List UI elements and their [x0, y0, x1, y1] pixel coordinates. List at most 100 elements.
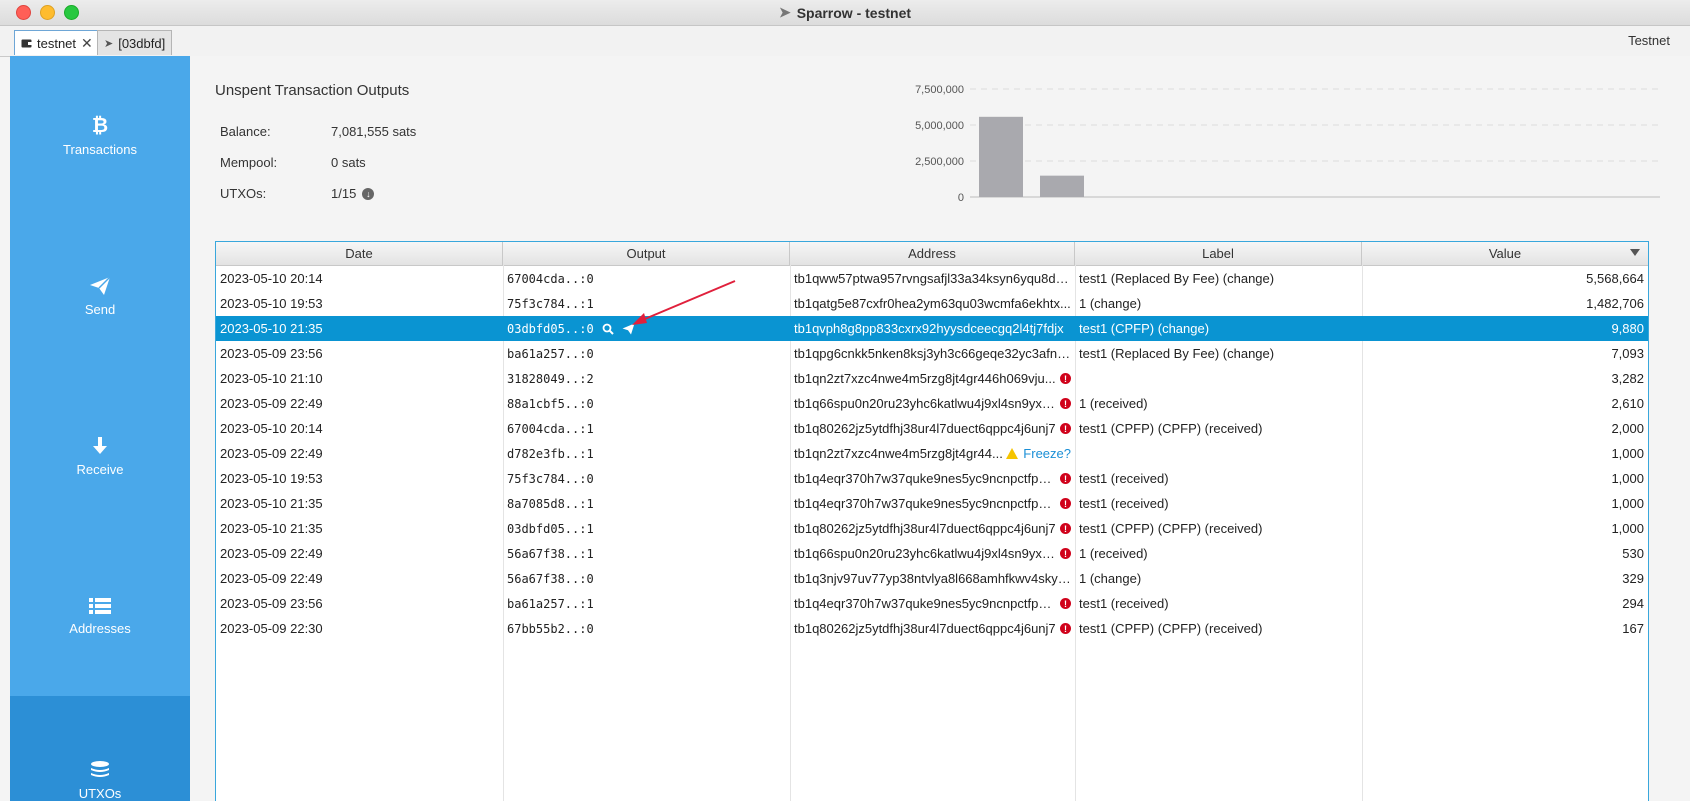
table-row[interactable]: 2023-05-09 22:49 56a67f38..:1 tb1q66spu0n2…	[216, 541, 1648, 566]
list-icon	[89, 597, 111, 615]
cell-address: tb1qpg6cnkk5nken8ksj3yh3c66geqe32yc3afnh…	[790, 346, 1075, 361]
column-value[interactable]: Value	[1362, 242, 1648, 265]
tab-testnet[interactable]: testnet ✕	[14, 30, 100, 55]
cell-label[interactable]: test1 (received)	[1075, 496, 1362, 511]
freeze-link[interactable]: Freeze?	[1023, 446, 1071, 461]
cell-address: tb1qww57ptwa957rvngsafjl33a34ksyn6yqu8dc…	[790, 271, 1075, 286]
sparrow-icon: ➤	[778, 4, 791, 20]
table-row[interactable]: 2023-05-10 21:35 03dbfd05..:0 tb1qvph8g8pp…	[216, 316, 1648, 341]
close-window-button[interactable]	[16, 5, 31, 20]
tab-03dbfd[interactable]: ➤ [03dbfd]	[97, 30, 173, 55]
cell-label[interactable]: test1 (CPFP) (change)	[1075, 321, 1362, 336]
sidebar-item-transactions[interactable]: ₿ Transactions	[10, 56, 190, 216]
table-row[interactable]: 2023-05-09 22:49 d782e3fb..:1 tb1qn2zt7xzc…	[216, 441, 1648, 466]
warning-triangle-icon	[1006, 448, 1019, 459]
warning-icon[interactable]: !	[1060, 598, 1071, 609]
cell-output: 56a67f38..:0	[503, 572, 790, 586]
table-row[interactable]: 2023-05-09 22:49 56a67f38..:0 tb1q3njv97uv…	[216, 566, 1648, 591]
sidebar-item-receive[interactable]: Receive	[10, 376, 190, 536]
address-text: tb1qn2zt7xzc4nwe4m5rzg8jt4gr446h069vju..…	[794, 371, 1056, 386]
warning-icon[interactable]: !	[1060, 373, 1071, 384]
column-address[interactable]: Address	[790, 242, 1075, 265]
address-text: tb1qatg5e87cxfr0hea2ym63qu03wcmfa6ekhtx.…	[794, 296, 1071, 311]
table-row[interactable]: 2023-05-10 19:53 75f3c784..:1 tb1qatg5e87c…	[216, 291, 1648, 316]
utxo-table: Date Output Address Label Value 2023-05-…	[215, 241, 1649, 801]
cell-output: 03dbfd05..:0	[503, 322, 790, 336]
cell-output: 56a67f38..:1	[503, 547, 790, 561]
warning-icon[interactable]: !	[1060, 423, 1071, 434]
cell-value: 1,482,706	[1586, 296, 1644, 311]
table-row[interactable]: 2023-05-09 22:30 67bb55b2..:0 tb1q80262jz5…	[216, 616, 1648, 641]
cell-label[interactable]: 1 (received)	[1075, 396, 1362, 411]
address-text: tb1qpg6cnkk5nken8ksj3yh3c66geqe32yc3afnh…	[794, 346, 1071, 361]
column-date[interactable]: Date	[216, 242, 503, 265]
mempool-value-text: 0 sats	[331, 155, 366, 170]
warning-icon[interactable]: !	[1060, 398, 1071, 409]
address-text: tb1q4eqr370h7w37quke9nes5yc9ncnpctfpej..…	[794, 496, 1056, 511]
cell-date: 2023-05-10 21:35	[220, 496, 323, 511]
output-text: 67bb55b2..:0	[507, 621, 594, 636]
table-row[interactable]: 2023-05-10 21:35 03dbfd05..:1 tb1q80262jz5…	[216, 516, 1648, 541]
download-icon[interactable]: ↓	[362, 187, 375, 200]
maximize-window-button[interactable]	[64, 5, 79, 20]
cell-address: tb1q66spu0n20ru23yhc6katlwu4j9xl4sn9yxr.…	[790, 546, 1075, 561]
search-icon[interactable]	[602, 323, 614, 335]
y-tick-label: 2,500,000	[915, 156, 964, 168]
cell-label[interactable]: test1 (received)	[1075, 471, 1362, 486]
table-row[interactable]: 2023-05-10 20:14 67004cda..:0 tb1qww57ptwa…	[216, 266, 1648, 291]
column-label[interactable]: Label	[1075, 242, 1362, 265]
warning-icon[interactable]: !	[1060, 548, 1071, 559]
table-row[interactable]: 2023-05-09 23:56 ba61a257..:0 tb1qpg6cnkk5…	[216, 341, 1648, 366]
cell-label[interactable]: test1 (CPFP) (CPFP) (received)	[1075, 421, 1362, 436]
coins-icon	[89, 760, 111, 780]
cell-label[interactable]: test1 (CPFP) (CPFP) (received)	[1075, 621, 1362, 636]
table-row[interactable]: 2023-05-10 20:14 67004cda..:1 tb1q80262jz5…	[216, 416, 1648, 441]
warning-icon[interactable]: !	[1060, 623, 1071, 634]
receive-icon	[91, 436, 109, 456]
cell-address: tb1q4eqr370h7w37quke9nes5yc9ncnpctfpej..…	[790, 496, 1075, 511]
minimize-window-button[interactable]	[40, 5, 55, 20]
cell-date: 2023-05-09 22:49	[220, 546, 323, 561]
table-row[interactable]: 2023-05-09 22:49 88a1cbf5..:0 tb1q66spu0n2…	[216, 391, 1648, 416]
cell-date: 2023-05-10 19:53	[220, 471, 323, 486]
mempool-value: 0 sats	[331, 155, 366, 170]
cell-label[interactable]: test1 (received)	[1075, 596, 1362, 611]
cell-label[interactable]: test1 (Replaced By Fee) (change)	[1075, 271, 1362, 286]
cell-date: 2023-05-10 20:14	[220, 271, 323, 286]
cell-label[interactable]: 1 (change)	[1075, 296, 1362, 311]
cell-date: 2023-05-09 23:56	[220, 596, 323, 611]
warning-icon[interactable]: !	[1060, 498, 1071, 509]
sidebar-item-send[interactable]: Send	[10, 216, 190, 376]
cell-date: 2023-05-09 22:49	[220, 571, 323, 586]
freeze-prompt[interactable]: Freeze?	[1006, 446, 1071, 461]
cell-date: 2023-05-10 19:53	[220, 296, 323, 311]
sidebar-item-addresses[interactable]: Addresses	[10, 536, 190, 696]
cell-value: 3,282	[1611, 371, 1644, 386]
table-row[interactable]: 2023-05-10 21:35 8a7085d8..:1 tb1q4eqr370h…	[216, 491, 1648, 516]
table-row[interactable]: 2023-05-10 19:53 75f3c784..:0 tb1q4eqr370h…	[216, 466, 1648, 491]
title-bar: ➤ Sparrow - testnet	[0, 0, 1690, 26]
cell-label[interactable]: test1 (Replaced By Fee) (change)	[1075, 346, 1362, 361]
sidebar-item-utxos[interactable]: UTXOs	[10, 696, 190, 801]
cell-output: ba61a257..:1	[503, 597, 790, 611]
balance-value: 7,081,555 sats	[331, 124, 416, 139]
cell-value: 9,880	[1611, 321, 1644, 336]
cell-output: 88a1cbf5..:0	[503, 397, 790, 411]
table-row[interactable]: 2023-05-10 21:10 31828049..:2 tb1qn2zt7xzc…	[216, 366, 1648, 391]
cell-label[interactable]: 1 (change)	[1075, 571, 1362, 586]
cell-output: 8a7085d8..:1	[503, 497, 790, 511]
cell-output: d782e3fb..:1	[503, 447, 790, 461]
send-icon[interactable]	[622, 323, 635, 335]
tab-strip: testnet ✕ ➤ [03dbfd] Testnet	[0, 26, 1690, 57]
cell-label[interactable]: 1 (received)	[1075, 546, 1362, 561]
cell-label[interactable]: test1 (CPFP) (CPFP) (received)	[1075, 521, 1362, 536]
column-output[interactable]: Output	[503, 242, 790, 265]
app-window: ➤ Sparrow - testnet testnet ✕ ➤ [03dbfd]…	[0, 0, 1690, 801]
sidebar-item-label: Addresses	[69, 620, 131, 636]
warning-icon[interactable]: !	[1060, 523, 1071, 534]
table-row[interactable]: 2023-05-09 23:56 ba61a257..:1 tb1q4eqr370h…	[216, 591, 1648, 616]
cell-address: tb1qvph8g8pp833cxrx92hyysdceecgq2l4tj7fd…	[790, 321, 1075, 336]
warning-icon[interactable]: !	[1060, 473, 1071, 484]
close-icon[interactable]: ✕	[81, 35, 93, 52]
sidebar-item-label: Receive	[76, 461, 124, 477]
